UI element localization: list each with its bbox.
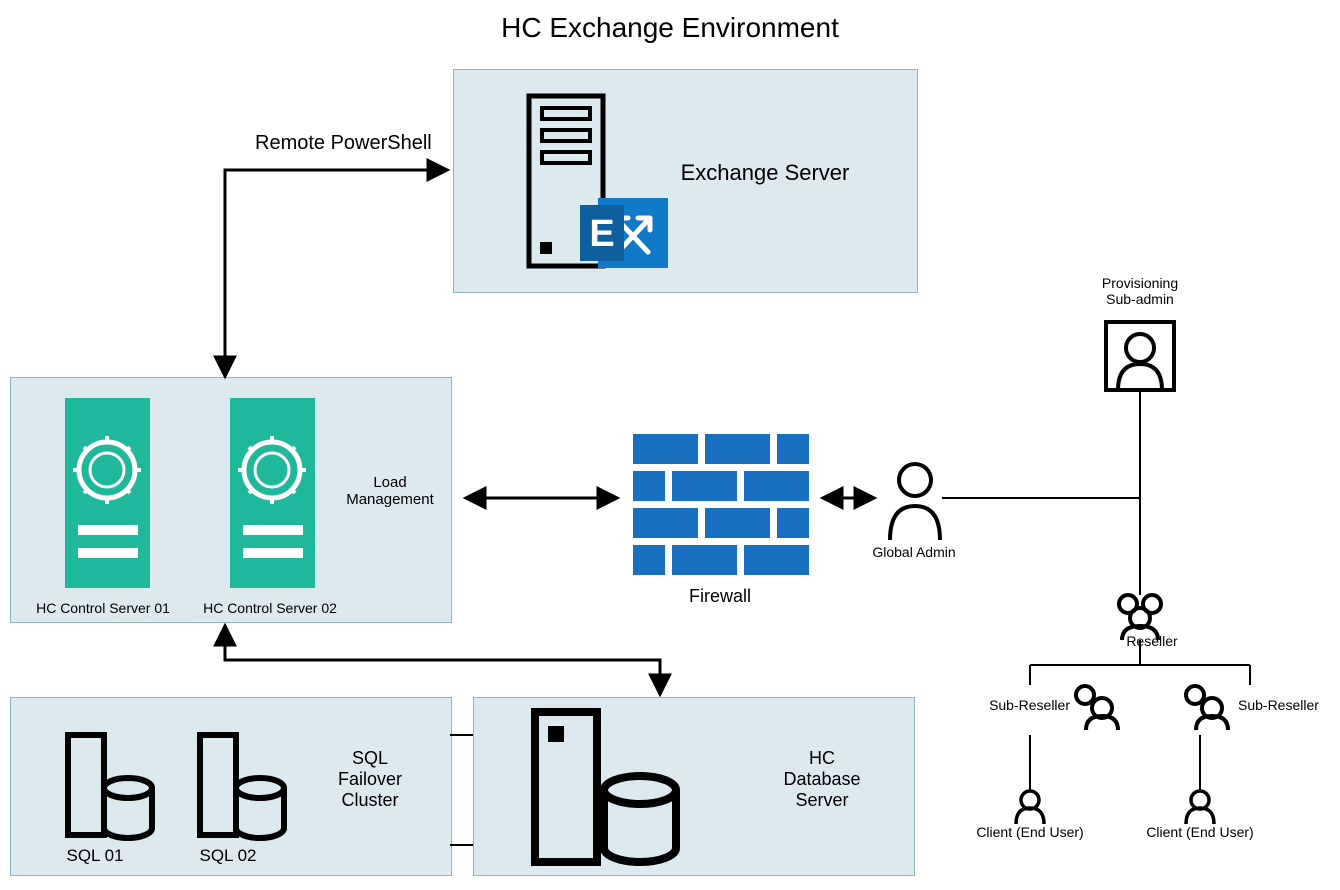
provisioning-label: Provisioning Sub-admin <box>1080 275 1200 307</box>
reseller-label: Reseller <box>1112 633 1192 649</box>
hierarchy-lines <box>942 392 1250 790</box>
sub-reseller-right-icon <box>1186 686 1228 730</box>
client-right-label: Client (End User) <box>1140 824 1260 840</box>
arrow-control-to-exchange <box>225 170 448 377</box>
global-admin-label: Global Admin <box>864 544 964 560</box>
sub-reseller-right-label: Sub-Reseller <box>1238 697 1338 713</box>
arrow-control-to-db <box>225 625 660 695</box>
diagram-title: HC Exchange Environment <box>0 12 1340 44</box>
load-management-label: Load Management <box>340 474 440 508</box>
sql02-label: SQL 02 <box>188 846 268 866</box>
global-admin-icon <box>890 464 940 540</box>
sql-failover-label: SQL Failover Cluster <box>315 748 425 811</box>
hc-control-02-label: HC Control Server 02 <box>195 600 345 616</box>
connector-sql-to-db <box>450 735 473 845</box>
sub-reseller-left-label: Sub-Reseller <box>970 697 1070 713</box>
hc-control-01-label: HC Control Server 01 <box>28 600 178 616</box>
client-left-icon <box>1016 791 1044 824</box>
client-left-label: Client (End User) <box>970 824 1090 840</box>
sql01-label: SQL 01 <box>55 846 135 866</box>
client-right-icon <box>1186 791 1214 824</box>
firewall-label: Firewall <box>670 586 770 607</box>
remote-powershell-label: Remote PowerShell <box>255 132 432 155</box>
exchange-server-label: Exchange Server <box>665 160 865 186</box>
firewall-icon <box>633 434 809 575</box>
sub-reseller-left-icon <box>1076 686 1118 730</box>
provisioning-subadmin-icon <box>1106 322 1174 390</box>
hc-db-server-label: HC Database Server <box>762 748 882 811</box>
